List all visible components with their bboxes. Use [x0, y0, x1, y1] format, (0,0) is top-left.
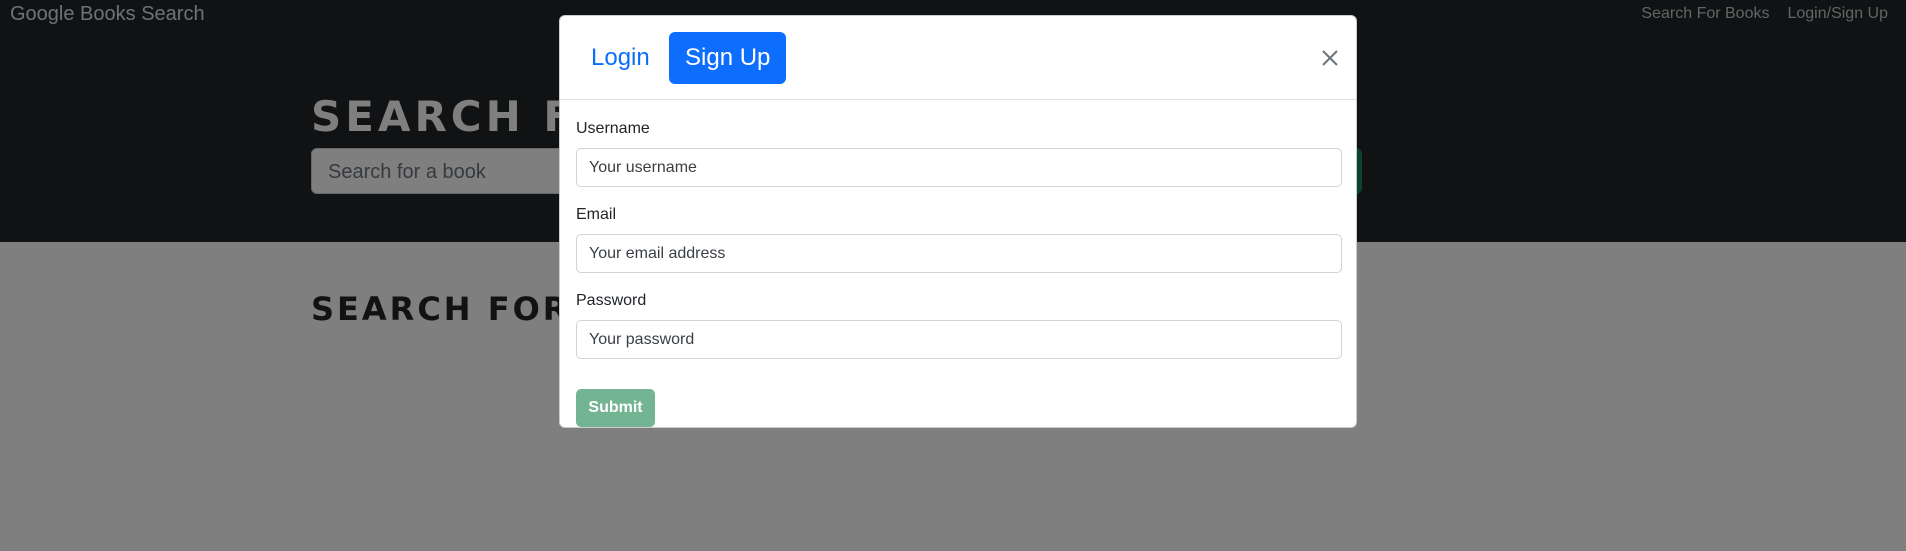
submit-button[interactable]: Submit — [576, 389, 655, 427]
close-icon[interactable] — [1318, 46, 1342, 70]
tab-login[interactable]: Login — [575, 32, 666, 84]
email-label: Email — [576, 206, 617, 223]
tab-signup[interactable]: Sign Up — [669, 32, 787, 84]
email-field[interactable] — [576, 234, 1342, 273]
modal-header: Login Sign Up — [560, 16, 1356, 100]
password-label: Password — [576, 292, 647, 309]
signup-modal: Login Sign Up Username Email Password Su… — [559, 15, 1357, 428]
username-label: Username — [576, 120, 650, 137]
password-field[interactable] — [576, 320, 1342, 359]
username-field[interactable] — [576, 148, 1342, 187]
